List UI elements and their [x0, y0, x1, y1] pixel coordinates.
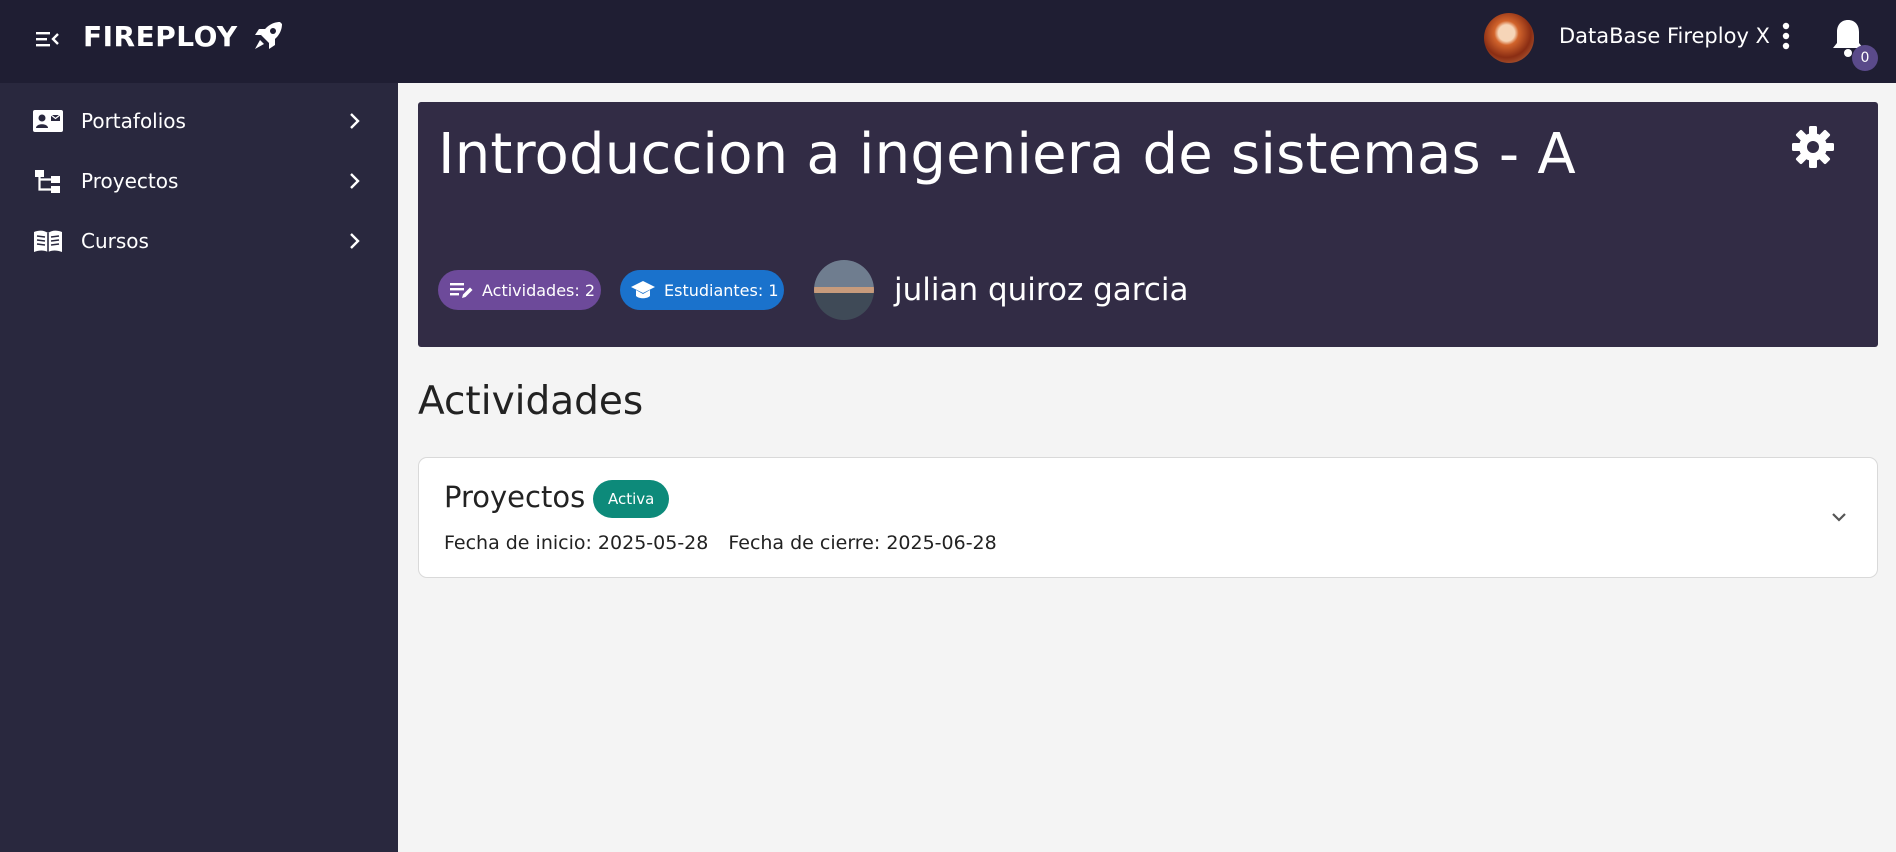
activity-dates: Fecha de inicio: 2025-05-28 Fecha de cier… — [444, 532, 997, 554]
notification-count-badge: 0 — [1852, 45, 1878, 71]
sidebar: Portafolios Proyectos Cursos — [0, 83, 398, 852]
gear-icon[interactable] — [1790, 124, 1836, 170]
activities-section-title: Actividades — [418, 379, 644, 424]
project-tree-icon — [35, 170, 60, 193]
course-title: Introduccion a ingeniera de sistemas - A — [438, 122, 1576, 187]
rocket-icon — [254, 22, 282, 49]
activity-start-date: Fecha de inicio: 2025-05-28 — [444, 532, 709, 554]
graduation-cap-icon — [631, 281, 655, 299]
chevron-down-icon[interactable] — [1828, 506, 1850, 528]
user-avatar[interactable] — [1484, 13, 1534, 63]
chevron-right-icon — [350, 113, 360, 129]
course-banner: Introduccion a ingeniera de sistemas - A — [418, 102, 1878, 347]
chevron-right-icon — [350, 233, 360, 249]
sidebar-item-label: Proyectos — [81, 169, 179, 193]
sidebar-item-proyectos[interactable]: Proyectos — [0, 153, 398, 209]
more-options-icon[interactable] — [1776, 20, 1796, 52]
activities-count-label: Actividades: 2 — [482, 280, 596, 300]
sidebar-item-cursos[interactable]: Cursos — [0, 213, 398, 269]
teacher-name: julian quiroz garcia — [894, 272, 1189, 308]
edit-list-icon — [450, 283, 473, 298]
portfolio-card-icon — [33, 110, 63, 132]
user-name[interactable]: DataBase Fireploy X — [1559, 24, 1770, 48]
sidebar-item-label: Cursos — [81, 229, 149, 253]
top-bar: FIREPLOY DataBase Fireploy X 0 — [0, 0, 1896, 83]
book-icon — [34, 230, 62, 252]
status-badge: Activa — [593, 480, 670, 518]
chevron-right-icon — [350, 173, 360, 189]
activity-card[interactable]: Proyectos Activa Fecha de inicio: 2025-0… — [418, 457, 1878, 578]
sidebar-item-label: Portafolios — [81, 109, 186, 133]
students-count-chip: Estudiantes: 1 — [620, 270, 784, 310]
teacher-avatar — [814, 260, 874, 320]
students-count-label: Estudiantes: 1 — [664, 280, 779, 300]
activities-count-chip: Actividades: 2 — [438, 270, 601, 310]
brand-name: FIREPLOY — [83, 19, 238, 53]
activity-title: Proyectos — [444, 480, 586, 514]
activity-end-date: Fecha de cierre: 2025-06-28 — [728, 532, 997, 554]
sidebar-item-portafolios[interactable]: Portafolios — [0, 93, 398, 149]
brand-logo[interactable]: FIREPLOY — [83, 18, 286, 54]
main-content: Introduccion a ingeniera de sistemas - A — [398, 83, 1896, 852]
menu-collapse-icon[interactable] — [34, 27, 60, 51]
